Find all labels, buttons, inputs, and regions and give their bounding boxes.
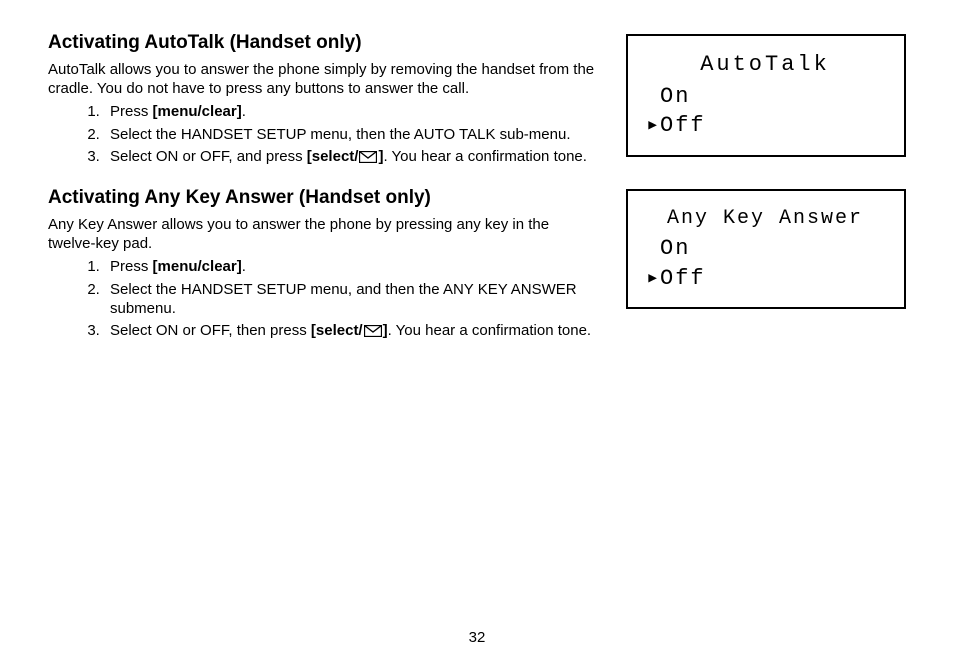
step-text: . (242, 103, 246, 120)
select-button-label: [select/] (311, 322, 388, 339)
lcd-option-off-selected: Off (642, 264, 888, 294)
section-anykey: Activating Any Key Answer (Handset only)… (48, 187, 906, 343)
step-2: Select the HANDSET SETUP menu, and then … (104, 280, 598, 318)
step-3: Select ON or OFF, and press [select/]. Y… (104, 147, 598, 166)
lcd-option-on: On (642, 234, 888, 264)
envelope-icon (364, 325, 382, 337)
steps-autotalk: Press [menu/clear]. Select the HANDSET S… (48, 102, 598, 166)
page-number: 32 (0, 629, 954, 646)
select-button-label: [select/] (307, 148, 384, 165)
section-autotalk: Activating AutoTalk (Handset only) AutoT… (48, 32, 906, 169)
step-3: Select ON or OFF, then press [select/]. … (104, 321, 598, 340)
envelope-icon (359, 151, 377, 163)
step-1: Press [menu/clear]. (104, 102, 598, 121)
intro-autotalk: AutoTalk allows you to answer the phone … (48, 60, 598, 98)
step-1: Press [menu/clear]. (104, 257, 598, 276)
section-autotalk-text: Activating AutoTalk (Handset only) AutoT… (48, 32, 598, 169)
step-text: . You hear a confirma­tion tone. (388, 322, 591, 339)
lcd-anykey: Any Key Answer On Off (626, 189, 906, 309)
lcd-title: Any Key Answer (642, 205, 888, 232)
step-text: Press (110, 258, 153, 275)
step-2: Select the HANDSET SETUP menu, then the … (104, 125, 598, 144)
steps-anykey: Press [menu/clear]. Select the HANDSET S… (48, 257, 598, 340)
lcd-option-on: On (642, 82, 888, 112)
section-anykey-text: Activating Any Key Answer (Handset only)… (48, 187, 598, 343)
step-text: Select ON or OFF, then press (110, 322, 311, 339)
lcd-option-off-selected: Off (642, 111, 888, 141)
lcd-title: AutoTalk (642, 50, 888, 80)
heading-anykey: Activating Any Key Answer (Handset only) (48, 187, 598, 209)
heading-autotalk: Activating AutoTalk (Handset only) (48, 32, 598, 54)
step-text: . (242, 258, 246, 275)
step-text: Press (110, 103, 153, 120)
intro-anykey: Any Key Answer allows you to answer the … (48, 215, 598, 253)
menu-clear-button-label: [menu/clear] (153, 103, 242, 120)
step-text: . You hear a confirma­tion tone. (383, 148, 586, 165)
menu-clear-button-label: [menu/clear] (153, 258, 242, 275)
step-text: Select ON or OFF, and press (110, 148, 307, 165)
lcd-autotalk: AutoTalk On Off (626, 34, 906, 157)
